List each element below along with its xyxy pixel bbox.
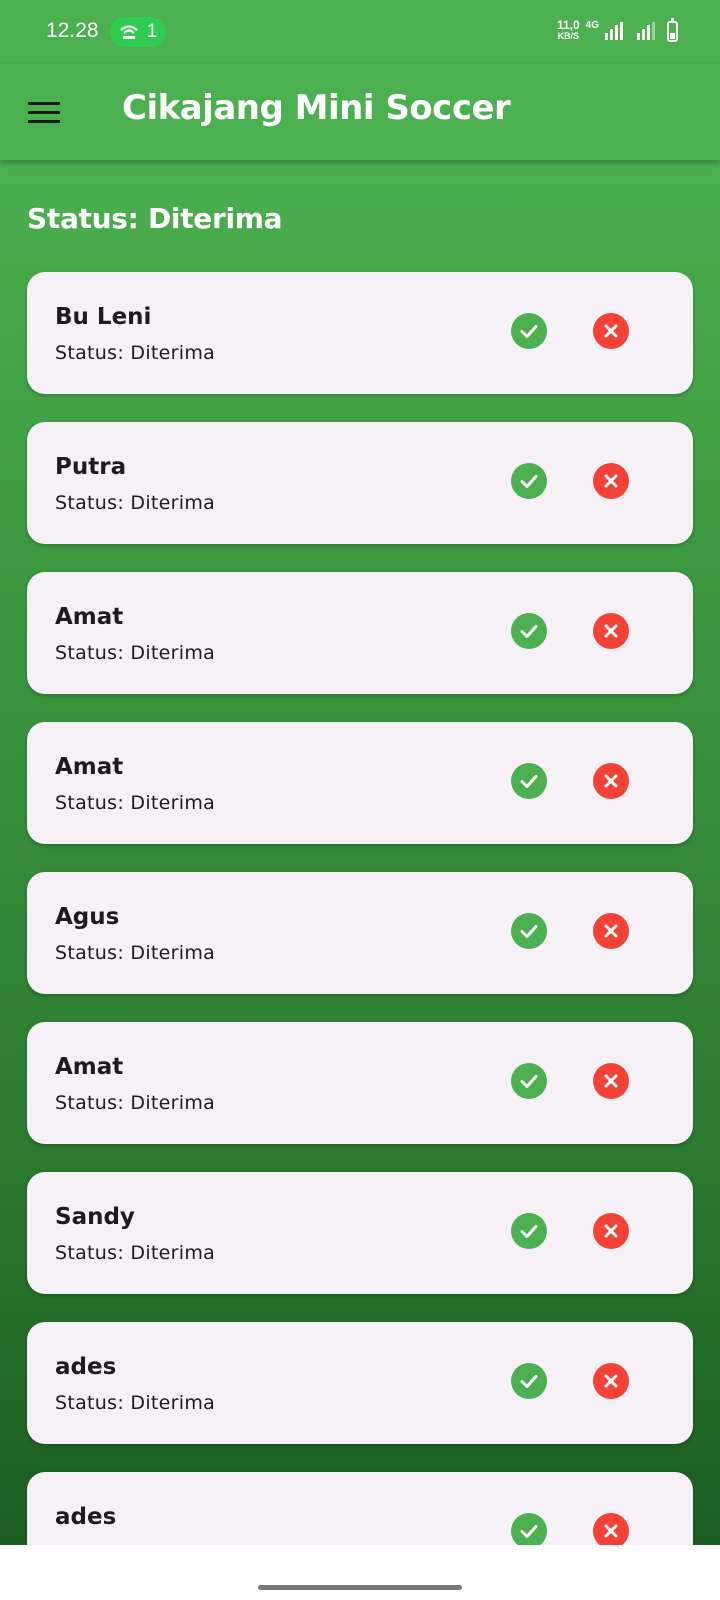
booking-card[interactable]: Bu Leni Status: Diterima bbox=[27, 272, 693, 394]
gesture-handle[interactable] bbox=[258, 1585, 462, 1590]
check-icon bbox=[520, 1375, 538, 1388]
app-bar: Cikajang Mini Soccer bbox=[0, 64, 720, 160]
booking-name: Amat bbox=[55, 1054, 124, 1080]
booking-status: Status: Diterima bbox=[55, 492, 216, 514]
signal-strength-icon bbox=[605, 22, 623, 40]
network-speed-value: 11,0 bbox=[556, 18, 580, 32]
booking-card[interactable]: ades Status: Diterima bbox=[27, 1322, 693, 1444]
check-icon bbox=[520, 1525, 538, 1538]
accept-button[interactable] bbox=[511, 613, 547, 649]
accept-button[interactable] bbox=[511, 1063, 547, 1099]
status-time: 12.28 bbox=[46, 19, 99, 42]
accept-button[interactable] bbox=[511, 1213, 547, 1249]
booking-name: Amat bbox=[55, 604, 124, 630]
status-bar: 12.28 1 11,0 KB/S 4G bbox=[0, 0, 720, 64]
accept-button[interactable] bbox=[511, 1513, 547, 1545]
network-speed: 11,0 KB/S bbox=[556, 18, 580, 42]
close-icon bbox=[604, 624, 618, 638]
reject-button[interactable] bbox=[593, 913, 629, 949]
booking-name: Sandy bbox=[55, 1204, 135, 1230]
booking-card[interactable]: Agus Status: Diterima bbox=[27, 872, 693, 994]
booking-status: Status: Diterima bbox=[55, 342, 216, 364]
booking-status: Status: Diterima bbox=[55, 1392, 216, 1414]
app-screen: 12.28 1 11,0 KB/S 4G Cikajang Mini Socce… bbox=[0, 0, 720, 1600]
network-type: 4G bbox=[585, 20, 599, 31]
network-speed-unit: KB/S bbox=[557, 31, 580, 41]
reject-button[interactable] bbox=[593, 763, 629, 799]
reject-button[interactable] bbox=[593, 1363, 629, 1399]
accept-button[interactable] bbox=[511, 763, 547, 799]
check-icon bbox=[520, 1075, 538, 1088]
reject-button[interactable] bbox=[593, 613, 629, 649]
hotspot-icon bbox=[119, 25, 138, 39]
reject-button[interactable] bbox=[593, 1513, 629, 1545]
close-icon bbox=[604, 1524, 618, 1538]
booking-name: Amat bbox=[55, 754, 124, 780]
hotspot-indicator: 1 bbox=[110, 17, 166, 47]
hamburger-menu-icon[interactable] bbox=[28, 92, 68, 132]
check-icon bbox=[520, 625, 538, 638]
booking-card[interactable]: Amat Status: Diterima bbox=[27, 1022, 693, 1144]
reject-button[interactable] bbox=[593, 463, 629, 499]
booking-card[interactable]: Putra Status: Diterima bbox=[27, 422, 693, 544]
close-icon bbox=[604, 1074, 618, 1088]
close-icon bbox=[604, 474, 618, 488]
check-icon bbox=[520, 325, 538, 338]
booking-card[interactable]: Amat Status: Diterima bbox=[27, 572, 693, 694]
booking-status: Status: Diterima bbox=[55, 1092, 216, 1114]
hotspot-count: 1 bbox=[146, 21, 158, 42]
accept-button[interactable] bbox=[511, 463, 547, 499]
check-icon bbox=[520, 775, 538, 788]
reject-button[interactable] bbox=[593, 313, 629, 349]
booking-status: Status: Diterima bbox=[55, 642, 216, 664]
close-icon bbox=[604, 1374, 618, 1388]
app-title: Cikajang Mini Soccer bbox=[122, 88, 511, 128]
close-icon bbox=[604, 324, 618, 338]
reject-button[interactable] bbox=[593, 1213, 629, 1249]
check-icon bbox=[520, 1225, 538, 1238]
close-icon bbox=[604, 1224, 618, 1238]
booking-name: Putra bbox=[55, 454, 127, 480]
accept-button[interactable] bbox=[511, 313, 547, 349]
booking-name: ades bbox=[55, 1354, 117, 1380]
signal-strength-icon-2 bbox=[637, 22, 655, 40]
booking-card[interactable]: Sandy Status: Diterima bbox=[27, 1172, 693, 1294]
booking-name: ades bbox=[55, 1504, 117, 1530]
booking-list: Bu Leni Status: Diterima Putra Status: D… bbox=[27, 272, 693, 1545]
accept-button[interactable] bbox=[511, 913, 547, 949]
gesture-nav-area bbox=[0, 1545, 720, 1600]
booking-name: Bu Leni bbox=[55, 304, 152, 330]
booking-card[interactable]: ades Status: Diterima bbox=[27, 1472, 693, 1545]
accept-button[interactable] bbox=[511, 1363, 547, 1399]
close-icon bbox=[604, 924, 618, 938]
status-icons: 11,0 KB/S 4G bbox=[556, 17, 678, 42]
booking-status: Status: Diterima bbox=[55, 1242, 216, 1264]
main-content[interactable]: Status: Diterima Bu Leni Status: Diterim… bbox=[0, 160, 720, 1545]
battery-icon bbox=[667, 17, 678, 42]
check-icon bbox=[520, 475, 538, 488]
booking-card[interactable]: Amat Status: Diterima bbox=[27, 722, 693, 844]
booking-status: Status: Diterima bbox=[55, 792, 216, 814]
check-icon bbox=[520, 925, 538, 938]
close-icon bbox=[604, 774, 618, 788]
section-title: Status: Diterima bbox=[27, 202, 283, 235]
booking-name: Agus bbox=[55, 904, 120, 930]
reject-button[interactable] bbox=[593, 1063, 629, 1099]
booking-status: Status: Diterima bbox=[55, 942, 216, 964]
